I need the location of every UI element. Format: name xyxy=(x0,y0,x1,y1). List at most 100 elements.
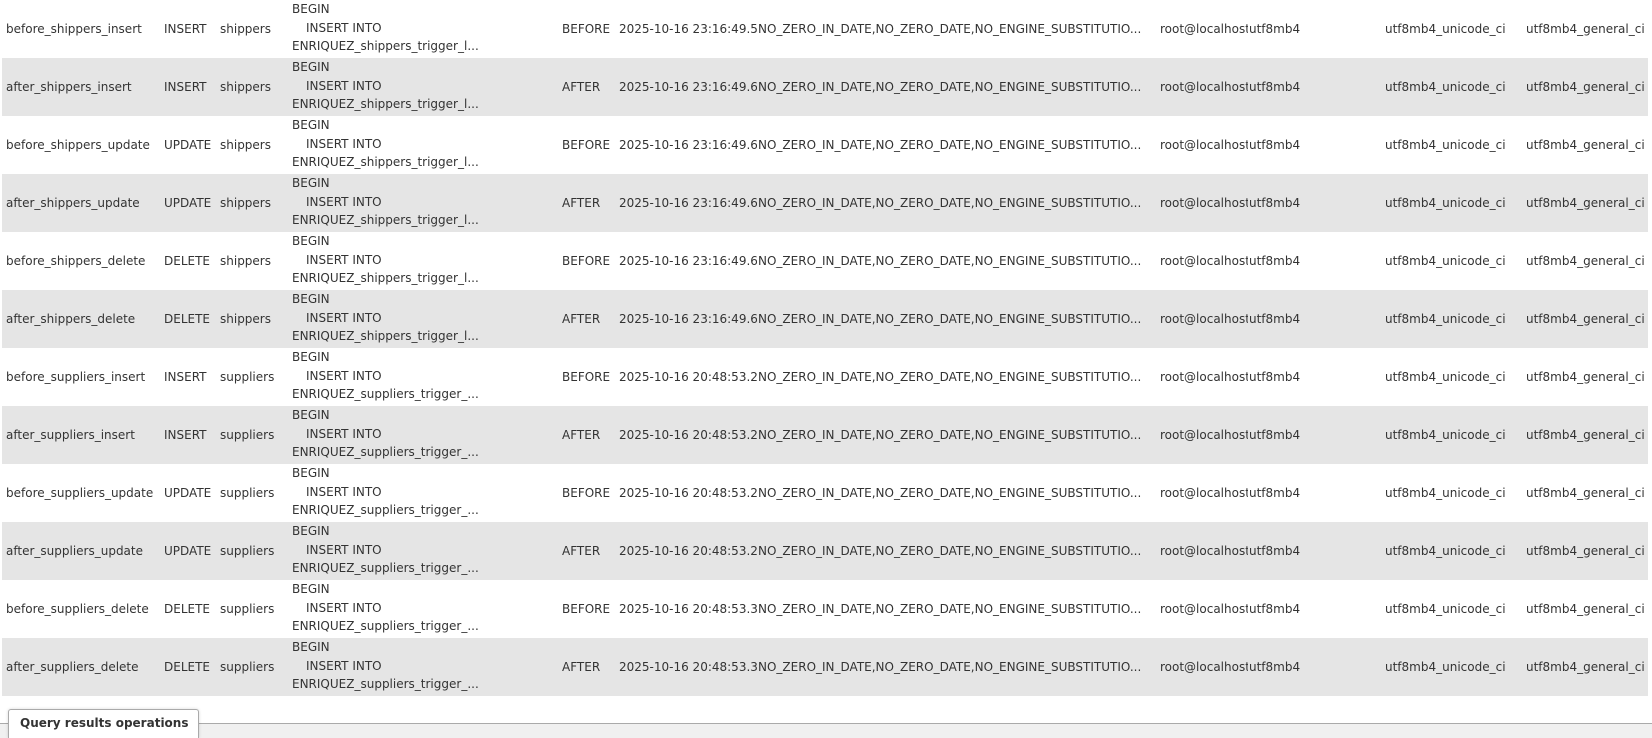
collation-cell: utf8mb4_unicode_ci xyxy=(1385,312,1505,326)
sql-mode-cell: NO_ZERO_IN_DATE,NO_ZERO_DATE,NO_ENGINE_S… xyxy=(758,196,1142,210)
collation-cell: utf8mb4_unicode_ci xyxy=(1385,544,1505,558)
table-row[interactable]: after_shippers_insert INSERT shippers BE… xyxy=(2,58,1648,116)
db-collation-cell: utf8mb4_general_ci xyxy=(1526,22,1645,36)
statement-cell: BEGIN INSERT INTO ENRIQUEZ_suppliers_tri… xyxy=(292,522,537,578)
query-results-operations-tab[interactable]: Query results operations xyxy=(8,709,200,738)
created-cell: 2025-10-16 20:48:53.21 xyxy=(619,370,757,384)
timing-cell: AFTER xyxy=(562,196,601,210)
trigger-name-cell: after_suppliers_delete xyxy=(6,660,139,674)
statement-line: ENRIQUEZ_suppliers_trigger_... xyxy=(292,503,479,517)
created-cell: 2025-10-16 20:48:53.30 xyxy=(619,602,757,616)
query-results-operations-bar xyxy=(0,723,1652,738)
statement-cell: BEGIN INSERT INTO ENRIQUEZ_shippers_trig… xyxy=(292,116,537,172)
sql-mode-cell: NO_ZERO_IN_DATE,NO_ZERO_DATE,NO_ENGINE_S… xyxy=(758,80,1142,94)
table-row[interactable]: before_suppliers_update UPDATE suppliers… xyxy=(2,464,1648,522)
table-row[interactable]: before_shippers_delete DELETE shippers B… xyxy=(2,232,1648,290)
definer-cell: root@localhost xyxy=(1160,22,1248,36)
definer-cell: root@localhost xyxy=(1160,486,1248,500)
table-row[interactable]: after_suppliers_update UPDATE suppliers … xyxy=(2,522,1648,580)
collation-cell: utf8mb4_unicode_ci xyxy=(1385,254,1505,268)
trigger-name-cell: before_shippers_insert xyxy=(6,22,142,36)
event-cell: DELETE xyxy=(164,660,211,674)
table-cell: shippers xyxy=(220,196,271,210)
statement-line: ENRIQUEZ_suppliers_trigger_... xyxy=(292,445,479,459)
trigger-name-cell: after_suppliers_insert xyxy=(6,428,135,442)
statement-cell: BEGIN INSERT INTO ENRIQUEZ_shippers_trig… xyxy=(292,290,537,346)
collation-cell: utf8mb4_unicode_ci xyxy=(1385,486,1505,500)
charset-cell: utf8mb4 xyxy=(1249,602,1301,616)
event-cell: INSERT xyxy=(164,22,207,36)
table-cell: shippers xyxy=(220,22,271,36)
statement-line: INSERT INTO xyxy=(306,368,382,383)
sql-mode-cell: NO_ZERO_IN_DATE,NO_ZERO_DATE,NO_ENGINE_S… xyxy=(758,428,1142,442)
statement-line: ENRIQUEZ_suppliers_trigger_... xyxy=(292,677,479,691)
timing-cell: AFTER xyxy=(562,428,601,442)
statement-line: BEGIN xyxy=(292,640,330,654)
created-cell: 2025-10-16 20:48:53.32 xyxy=(619,660,757,674)
db-collation-cell: utf8mb4_general_ci xyxy=(1526,370,1645,384)
statement-line: BEGIN xyxy=(292,60,330,74)
definer-cell: root@localhost xyxy=(1160,254,1248,268)
collation-cell: utf8mb4_unicode_ci xyxy=(1385,196,1505,210)
sql-mode-cell: NO_ZERO_IN_DATE,NO_ZERO_DATE,NO_ENGINE_S… xyxy=(758,370,1142,384)
charset-cell: utf8mb4 xyxy=(1249,312,1301,326)
table-row[interactable]: before_shippers_update UPDATE shippers B… xyxy=(2,116,1648,174)
event-cell: UPDATE xyxy=(164,196,212,210)
db-collation-cell: utf8mb4_general_ci xyxy=(1526,138,1645,152)
statement-cell: BEGIN INSERT INTO ENRIQUEZ_shippers_trig… xyxy=(292,0,537,56)
timing-cell: AFTER xyxy=(562,80,601,94)
event-cell: INSERT xyxy=(164,428,207,442)
event-cell: DELETE xyxy=(164,312,211,326)
charset-cell: utf8mb4 xyxy=(1249,80,1301,94)
table-row[interactable]: after_shippers_delete DELETE shippers BE… xyxy=(2,290,1648,348)
sql-mode-cell: NO_ZERO_IN_DATE,NO_ZERO_DATE,NO_ENGINE_S… xyxy=(758,22,1142,36)
db-collation-cell: utf8mb4_general_ci xyxy=(1526,80,1645,94)
table-cell: suppliers xyxy=(220,660,275,674)
collation-cell: utf8mb4_unicode_ci xyxy=(1385,602,1505,616)
statement-cell: BEGIN INSERT INTO ENRIQUEZ_suppliers_tri… xyxy=(292,464,537,520)
sql-mode-cell: NO_ZERO_IN_DATE,NO_ZERO_DATE,NO_ENGINE_S… xyxy=(758,312,1142,326)
table-row[interactable]: before_shippers_insert INSERT shippers B… xyxy=(2,0,1648,58)
trigger-name-cell: after_shippers_update xyxy=(6,196,140,210)
charset-cell: utf8mb4 xyxy=(1249,486,1301,500)
table-cell: suppliers xyxy=(220,370,275,384)
table-cell: shippers xyxy=(220,138,271,152)
trigger-name-cell: after_shippers_insert xyxy=(6,80,132,94)
timing-cell: BEFORE xyxy=(562,138,611,152)
db-collation-cell: utf8mb4_general_ci xyxy=(1526,254,1645,268)
charset-cell: utf8mb4 xyxy=(1249,254,1301,268)
collation-cell: utf8mb4_unicode_ci xyxy=(1385,428,1505,442)
statement-line: INSERT INTO xyxy=(306,426,382,441)
statement-line: ENRIQUEZ_shippers_trigger_l... xyxy=(292,271,479,285)
db-collation-cell: utf8mb4_general_ci xyxy=(1526,486,1645,500)
db-collation-cell: utf8mb4_general_ci xyxy=(1526,312,1645,326)
trigger-name-cell: after_suppliers_update xyxy=(6,544,143,558)
db-collation-cell: utf8mb4_general_ci xyxy=(1526,428,1645,442)
statement-line: ENRIQUEZ_suppliers_trigger_... xyxy=(292,561,479,575)
definer-cell: root@localhost xyxy=(1160,428,1248,442)
table-row[interactable]: before_suppliers_insert INSERT suppliers… xyxy=(2,348,1648,406)
event-cell: DELETE xyxy=(164,254,211,268)
definer-cell: root@localhost xyxy=(1160,602,1248,616)
created-cell: 2025-10-16 23:16:49.65 xyxy=(619,196,757,210)
table-row[interactable]: after_suppliers_insert INSERT suppliers … xyxy=(2,406,1648,464)
charset-cell: utf8mb4 xyxy=(1249,370,1301,384)
collation-cell: utf8mb4_unicode_ci xyxy=(1385,138,1505,152)
definer-cell: root@localhost xyxy=(1160,660,1248,674)
table-row[interactable]: after_shippers_update UPDATE shippers BE… xyxy=(2,174,1648,232)
statement-cell: BEGIN INSERT INTO ENRIQUEZ_shippers_trig… xyxy=(292,174,537,230)
statement-line: BEGIN xyxy=(292,2,330,16)
definer-cell: root@localhost xyxy=(1160,312,1248,326)
statement-line: BEGIN xyxy=(292,466,330,480)
created-cell: 2025-10-16 23:16:49.59 xyxy=(619,22,757,36)
query-results-table: before_shippers_insert INSERT shippers B… xyxy=(2,0,1648,696)
trigger-name-cell: before_suppliers_delete xyxy=(6,602,149,616)
sql-mode-cell: NO_ZERO_IN_DATE,NO_ZERO_DATE,NO_ENGINE_S… xyxy=(758,138,1142,152)
statement-line: BEGIN xyxy=(292,582,330,596)
table-cell: suppliers xyxy=(220,602,275,616)
table-row[interactable]: after_suppliers_delete DELETE suppliers … xyxy=(2,638,1648,696)
collation-cell: utf8mb4_unicode_ci xyxy=(1385,22,1505,36)
table-row[interactable]: before_suppliers_delete DELETE suppliers… xyxy=(2,580,1648,638)
definer-cell: root@localhost xyxy=(1160,370,1248,384)
created-cell: 2025-10-16 20:48:53.27 xyxy=(619,486,757,500)
